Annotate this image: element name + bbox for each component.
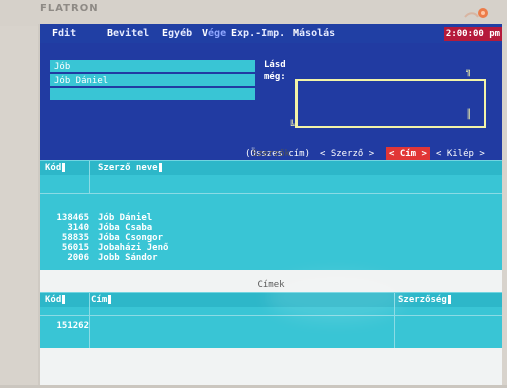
menu-masolas[interactable]: Másolás bbox=[293, 24, 335, 43]
authors-section-title: Szerzők bbox=[252, 149, 290, 159]
see-also-top-marker: ╗ bbox=[466, 67, 472, 77]
column-cursor-mark bbox=[158, 163, 162, 172]
see-also-box[interactable] bbox=[295, 79, 486, 128]
monitor-power-icon bbox=[464, 8, 488, 18]
clock-display: 2:00:00 pm bbox=[444, 27, 502, 41]
author-name[interactable]: Jób Dániel bbox=[98, 213, 152, 223]
monitor-brand: FLATRON bbox=[40, 3, 99, 14]
author-name[interactable]: Jobaházi Jenő bbox=[98, 243, 168, 253]
column-cursor-mark bbox=[62, 295, 66, 304]
author-name[interactable]: Jóba Csongor bbox=[98, 233, 163, 243]
menu-bar: Fdit Bevitel Egyéb Vége Exp.-Imp. Másolá… bbox=[40, 24, 502, 43]
screen-glare bbox=[266, 272, 406, 322]
column-cursor-mark bbox=[108, 295, 112, 304]
lasd-label: Lásd bbox=[264, 60, 286, 70]
titles-title-header: Cím bbox=[91, 293, 112, 307]
meg-label: még: bbox=[264, 72, 286, 82]
authors-table-header: Kód Szerző neve bbox=[40, 161, 502, 175]
titles-code-divider bbox=[89, 293, 90, 349]
title-code[interactable]: 151262 bbox=[40, 321, 89, 331]
author-name[interactable]: Jóba Csaba bbox=[98, 223, 152, 233]
empty-search-field[interactable] bbox=[50, 88, 255, 100]
menu-vege[interactable]: Vége bbox=[202, 24, 226, 43]
screen-bottom-area bbox=[40, 348, 502, 385]
author-code[interactable]: 138465 bbox=[40, 213, 89, 223]
author-code[interactable]: 2006 bbox=[40, 253, 89, 263]
authors-code-header: Kód bbox=[45, 161, 66, 175]
authors-header-divider bbox=[89, 161, 90, 193]
titles-code-header: Kód bbox=[45, 293, 66, 307]
authors-row-divider bbox=[40, 193, 502, 194]
menu-export-import[interactable]: Exp.-Imp. bbox=[231, 24, 285, 43]
see-also-side-marker: ║ bbox=[466, 110, 472, 120]
job-search-field[interactable]: Jób bbox=[50, 60, 255, 72]
column-cursor-mark bbox=[447, 295, 451, 304]
author-name[interactable]: Jobb Sándor bbox=[98, 253, 158, 263]
author-code[interactable]: 3140 bbox=[40, 223, 89, 233]
author-code[interactable]: 56015 bbox=[40, 243, 89, 253]
author-code[interactable]: 58835 bbox=[40, 233, 89, 243]
authors-name-header: Szerző neve bbox=[98, 161, 162, 175]
column-cursor-mark bbox=[62, 163, 66, 172]
menu-egyeb[interactable]: Egyéb bbox=[162, 24, 192, 43]
dos-application-screen: Fdit Bevitel Egyéb Vége Exp.-Imp. Másolá… bbox=[38, 24, 502, 385]
see-also-bottom-marker: ╚ bbox=[289, 121, 295, 131]
menu-bevitel[interactable]: Bevitel bbox=[107, 24, 149, 43]
menu-edit[interactable]: Fdit bbox=[52, 24, 76, 43]
author-search-field[interactable]: Jób Dániel bbox=[50, 74, 255, 86]
titles-row-divider bbox=[40, 315, 502, 316]
authors-table: Kód Szerző neve 138465 Jób Dániel 3140 J… bbox=[40, 160, 502, 270]
